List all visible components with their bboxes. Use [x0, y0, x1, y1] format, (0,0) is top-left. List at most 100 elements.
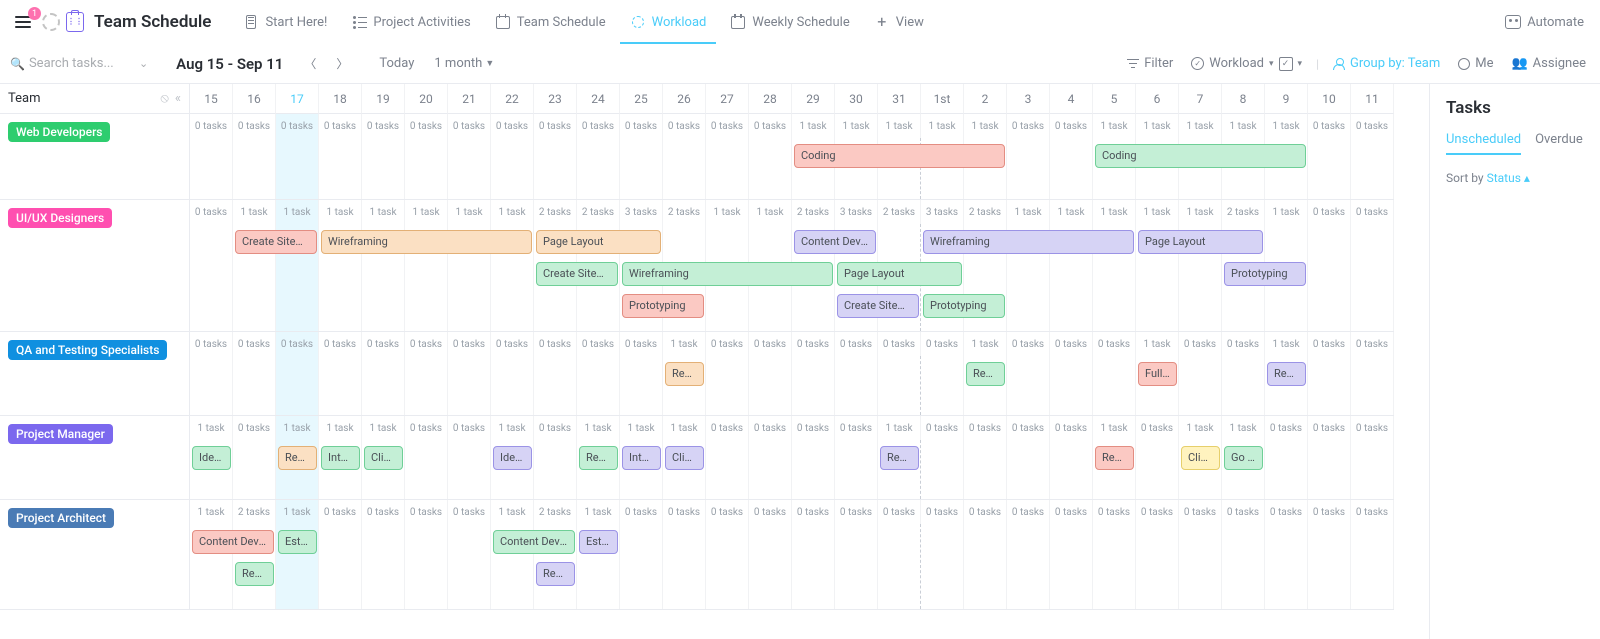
side-tab-unscheduled[interactable]: Unscheduled — [1446, 132, 1521, 155]
day-header[interactable]: 8 — [1222, 84, 1265, 114]
day-header[interactable]: 3 — [1007, 84, 1050, 114]
task-bar[interactable]: Revi... — [880, 446, 919, 470]
task-bar[interactable]: Revi... — [278, 446, 317, 470]
day-header[interactable]: 18 — [319, 84, 362, 114]
day-header[interactable]: 22 — [491, 84, 534, 114]
tab-workload[interactable]: Workload — [620, 8, 717, 44]
task-bar[interactable]: Ident... — [192, 446, 231, 470]
task-count-cell: 1 task — [448, 200, 491, 224]
task-count-cell: 0 tasks — [1308, 500, 1351, 524]
tab-view[interactable]: +View — [864, 8, 934, 44]
day-header[interactable]: 5 — [1093, 84, 1136, 114]
period-dropdown[interactable]: 1 month ▼ — [434, 56, 494, 71]
day-header[interactable]: 30 — [835, 84, 878, 114]
task-bar[interactable]: Revie... — [966, 362, 1005, 386]
task-bar[interactable]: Revi... — [579, 446, 618, 470]
day-header[interactable]: 19 — [362, 84, 405, 114]
task-bar[interactable]: Content Devel... — [192, 530, 274, 554]
task-bar[interactable]: Revi... — [1095, 446, 1134, 470]
next-range-button[interactable]: 〉 — [331, 53, 353, 75]
task-bar[interactable]: Page Layout — [1138, 230, 1263, 254]
task-bar[interactable]: Rese... — [235, 562, 274, 586]
task-bar[interactable]: Page Layout — [837, 262, 962, 286]
eye-off-icon[interactable]: ⦸ — [160, 91, 168, 106]
task-bar[interactable]: Clien... — [1181, 446, 1220, 470]
lane-day-cell — [1093, 356, 1136, 415]
team-row-label[interactable]: QA and Testing Specialists — [0, 332, 190, 416]
task-bar[interactable]: Create Sitemap — [235, 230, 317, 254]
team-row-label[interactable]: Project Manager — [0, 416, 190, 500]
tab-weekly-schedule[interactable]: Weekly Schedule — [720, 8, 859, 44]
day-header[interactable]: 10 — [1308, 84, 1351, 114]
task-bar[interactable]: Prototyping — [923, 294, 1005, 318]
search-expand[interactable]: ⌄ — [139, 57, 148, 70]
day-header[interactable]: 20 — [405, 84, 448, 114]
day-header[interactable]: 21 — [448, 84, 491, 114]
workload-toggle[interactable]: Workload▾✓▾ — [1187, 56, 1306, 71]
task-bar[interactable]: Create Sitemap — [536, 262, 618, 286]
side-tab-overdue[interactable]: Overdue — [1535, 132, 1583, 155]
lane-day-cell — [749, 356, 792, 415]
day-header[interactable]: 2 — [964, 84, 1007, 114]
day-header[interactable]: 31 — [878, 84, 921, 114]
day-header[interactable]: 16 — [233, 84, 276, 114]
sort-value-dropdown[interactable]: Status ▴ — [1487, 171, 1530, 185]
task-bar[interactable]: Inter... — [321, 446, 360, 470]
group-by-button[interactable]: Group by: Team — [1329, 56, 1444, 71]
task-bar[interactable]: Estab... — [278, 530, 317, 554]
automate-button[interactable]: Automate — [1499, 15, 1590, 30]
lane-day-cell — [190, 356, 233, 415]
today-button[interactable]: Today — [379, 56, 414, 71]
task-bar[interactable]: Go Li... — [1224, 446, 1263, 470]
assignee-filter[interactable]: 👥Assignee — [1507, 56, 1590, 71]
day-header[interactable]: 26 — [663, 84, 706, 114]
date-range[interactable]: Aug 15 - Sep 11 — [176, 55, 283, 73]
task-bar[interactable]: Prototyping — [622, 294, 704, 318]
day-header[interactable]: 4 — [1050, 84, 1093, 114]
day-header[interactable]: 23 — [534, 84, 577, 114]
task-bar[interactable]: Inter... — [622, 446, 661, 470]
team-row-label[interactable]: UI/UX Designers — [0, 200, 190, 332]
task-bar[interactable]: Clien... — [364, 446, 403, 470]
task-bar[interactable]: Ident... — [493, 446, 532, 470]
task-bar[interactable]: Wireframing — [321, 230, 532, 254]
me-filter[interactable]: Me — [1454, 56, 1497, 71]
day-header[interactable]: 28 — [749, 84, 792, 114]
team-row-label[interactable]: Project Architect — [0, 500, 190, 610]
task-bar[interactable]: Content Devel... — [794, 230, 876, 254]
task-bar[interactable]: Wireframing — [622, 262, 833, 286]
task-bar[interactable]: Rese... — [536, 562, 575, 586]
task-bar[interactable]: Wireframing — [923, 230, 1134, 254]
task-bar[interactable]: Coding — [794, 144, 1005, 168]
task-bar[interactable]: Estab... — [579, 530, 618, 554]
day-header[interactable]: 15 — [190, 84, 233, 114]
hamburger-menu[interactable]: 1 — [10, 9, 36, 35]
task-bar[interactable]: Clien... — [665, 446, 704, 470]
day-header[interactable]: 6 — [1136, 84, 1179, 114]
day-header[interactable]: 9 — [1265, 84, 1308, 114]
day-header[interactable]: 11 — [1351, 84, 1394, 114]
day-header[interactable]: 17 — [276, 84, 319, 114]
task-bar[interactable]: Page Layout — [536, 230, 661, 254]
tab-project-activities[interactable]: Project Activities — [341, 8, 480, 44]
day-header[interactable]: 24 — [577, 84, 620, 114]
day-header[interactable]: 1st — [921, 84, 964, 114]
day-header[interactable]: 27 — [706, 84, 749, 114]
collapse-icon[interactable]: « — [175, 91, 181, 106]
task-bar[interactable]: Revi... — [1267, 362, 1306, 386]
task-bar[interactable]: Content Devel... — [493, 530, 575, 554]
day-header[interactable]: 29 — [792, 84, 835, 114]
task-bar[interactable]: Full r... — [1138, 362, 1177, 386]
day-header[interactable]: 25 — [620, 84, 663, 114]
task-bar[interactable]: Prototyping — [1224, 262, 1306, 286]
day-header[interactable]: 7 — [1179, 84, 1222, 114]
task-bar[interactable]: Coding — [1095, 144, 1306, 168]
search-input[interactable] — [29, 56, 129, 71]
task-bar[interactable]: Create Sitemap — [837, 294, 919, 318]
task-bar[interactable]: Revie... — [665, 362, 704, 386]
tab-team-schedule[interactable]: Team Schedule — [485, 8, 616, 44]
filter-button[interactable]: Filter — [1123, 56, 1177, 71]
tab-start-here-[interactable]: Start Here! — [233, 8, 337, 44]
team-row-label[interactable]: Web Developers — [0, 114, 190, 200]
prev-range-button[interactable]: 〈 — [299, 53, 321, 75]
